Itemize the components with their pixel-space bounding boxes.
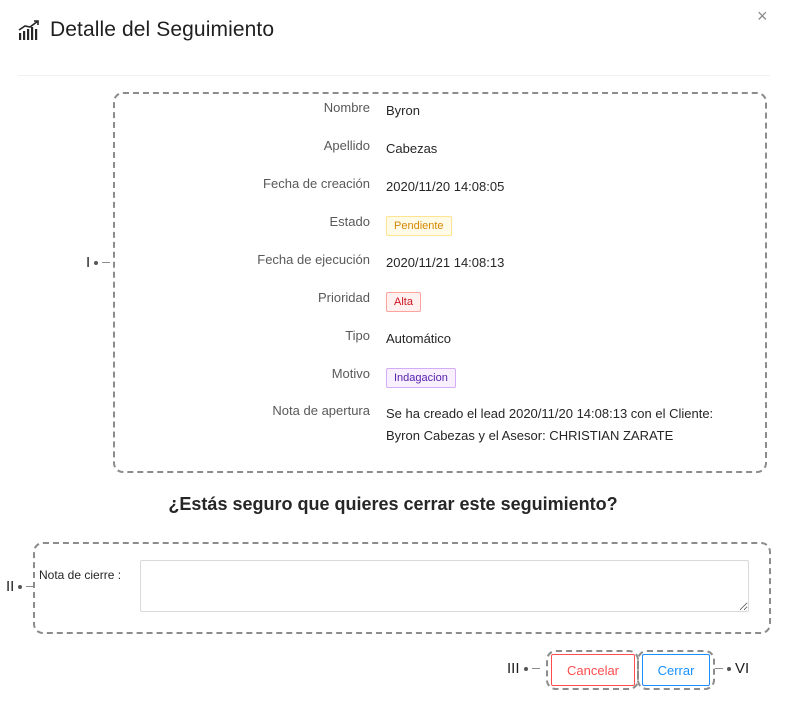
annotation-label-2: II	[6, 578, 15, 595]
annotation-marker-2: II	[6, 578, 35, 595]
detail-row-nota-apertura: Nota de apertura Se ha creado el lead 20…	[113, 403, 767, 447]
detail-row-fecha-ejecucion: Fecha de ejecución 2020/11/21 14:08:13	[113, 252, 767, 274]
annotation-label-3: III	[507, 660, 520, 677]
detail-label: Motivo	[331, 366, 370, 381]
note-label-colon: :	[117, 568, 122, 582]
close-button[interactable]: Cerrar	[642, 654, 710, 686]
detail-value: Byron	[386, 103, 420, 118]
opening-note-line-2: Byron Cabezas y el Asesor: CHRISTIAN ZAR…	[386, 428, 674, 443]
close-icon[interactable]: ×	[757, 7, 768, 25]
annotation-connector	[531, 668, 540, 669]
chart-growth-icon	[18, 20, 39, 40]
note-label-text: Nota de cierre	[39, 568, 115, 582]
annotation-dot	[18, 584, 23, 589]
detail-value: 2020/11/21 14:08:13	[386, 255, 505, 270]
opening-note-line-1: Se ha creado el lead 2020/11/20 14:08:13…	[386, 406, 714, 421]
annotation-marker-1: I	[86, 254, 111, 271]
priority-badge: Alta	[386, 292, 421, 312]
detail-row-motivo: Motivo Indagacion	[113, 366, 767, 388]
detail-row-prioridad: Prioridad Alta	[113, 290, 767, 312]
detail-label: Fecha de creación	[263, 176, 370, 191]
detail-row-nombre: Nombre Byron	[113, 100, 767, 122]
detail-row-tipo: Tipo Automático	[113, 328, 767, 350]
annotation-connector	[26, 586, 35, 587]
annotation-dot	[94, 260, 99, 265]
detail-label: Tipo	[345, 328, 370, 343]
annotation-dot	[727, 666, 731, 671]
detail-value: 2020/11/20 14:08:05	[386, 179, 505, 194]
header-divider	[18, 75, 770, 76]
detail-label: Estado	[329, 214, 370, 229]
detail-label: Prioridad	[317, 290, 370, 305]
detail-value: Cabezas	[386, 141, 438, 156]
annotation-dot	[523, 666, 528, 671]
confirm-question: ¿Estás seguro que quieres cerrar este se…	[168, 494, 618, 514]
status-badge: Pendiente	[386, 216, 452, 236]
reason-badge: Indagacion	[386, 368, 456, 388]
cancel-button[interactable]: Cancelar	[551, 654, 635, 686]
annotation-connector	[102, 262, 111, 263]
annotation-label-4: VI	[735, 660, 750, 677]
detail-value: Automático	[386, 331, 452, 346]
detail-label: Apellido	[323, 138, 370, 153]
detail-row-estado: Estado Pendiente	[113, 214, 767, 236]
detail-label: Nota de apertura	[272, 403, 370, 418]
closing-note-textarea[interactable]	[140, 560, 749, 612]
modal-title: Detalle del Seguimiento	[50, 18, 275, 41]
detail-value: Se ha creado el lead 2020/11/20 14:08:13…	[386, 403, 767, 447]
note-label: Nota de cierre :	[39, 568, 121, 582]
detail-label: Nombre	[323, 100, 370, 115]
annotation-connector	[715, 668, 723, 669]
detail-row-apellido: Apellido Cabezas	[113, 138, 767, 160]
detail-row-fecha-creacion: Fecha de creación 2020/11/20 14:08:05	[113, 176, 767, 198]
annotation-marker-3: III	[507, 660, 540, 677]
detail-label: Fecha de ejecución	[257, 252, 370, 267]
annotation-marker-4: VI	[715, 660, 749, 677]
annotation-label-1: I	[86, 254, 91, 271]
modal-header: Detalle del Seguimiento	[18, 18, 274, 42]
